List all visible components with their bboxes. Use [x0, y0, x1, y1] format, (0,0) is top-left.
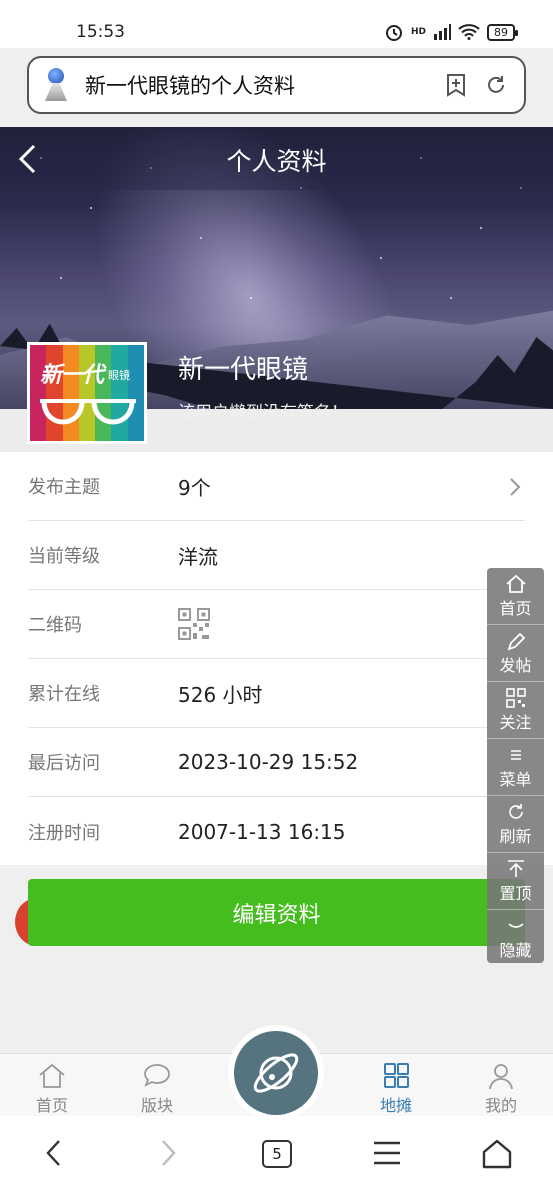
avatar-brand-subtext: 眼镜 [108, 369, 130, 382]
browser-address-bar[interactable]: 新一代眼镜的个人资料 [27, 56, 526, 114]
tab-forums[interactable]: 版块 [127, 1062, 187, 1116]
menu-icon [510, 750, 521, 760]
user-name: 新一代眼镜 [178, 355, 309, 385]
info-row-level: 当前等级 洋流 [28, 521, 525, 590]
tab-label: 首页 [35, 1096, 68, 1115]
refresh-icon[interactable] [484, 73, 508, 97]
alarm-icon [385, 25, 402, 41]
info-value: 2023-10-29 15:52 [178, 750, 359, 774]
info-value: 2007-1-13 16:15 [178, 819, 346, 844]
qr-code-icon[interactable] [178, 608, 210, 640]
float-hide-button[interactable]: 隐藏 [487, 910, 544, 966]
tab-label: 版块 [140, 1096, 173, 1115]
home-icon [39, 1063, 65, 1088]
info-row-qrcode[interactable]: 二维码 [28, 590, 525, 659]
info-row-last-visit: 最后访问 2023-10-29 15:52 [28, 728, 525, 797]
header-title: 个人资料 [226, 147, 327, 176]
refresh-icon [508, 804, 523, 819]
info-label: 累计在线 [28, 684, 100, 705]
info-value: 9个 [178, 475, 211, 500]
browser-logo-icon [43, 68, 69, 102]
user-icon [489, 1064, 513, 1090]
nav-menu-icon[interactable] [372, 1138, 402, 1168]
float-post-button[interactable]: 发帖 [487, 625, 544, 681]
home-icon [505, 574, 526, 593]
avatar-brand-text: 新一代 [40, 363, 104, 388]
signal-icon [434, 24, 451, 40]
to-top-icon [507, 860, 524, 877]
float-label: 发帖 [499, 656, 532, 675]
tab-label: 我的 [484, 1096, 517, 1115]
float-menu-button[interactable]: 菜单 [487, 739, 544, 795]
center-action-button[interactable] [228, 1025, 324, 1121]
qr-code-icon [505, 688, 526, 708]
chat-bubble-icon [144, 1064, 170, 1087]
float-label: 关注 [499, 713, 532, 732]
profile-info-list: 发布主题 9个 当前等级 洋流 二维码 累计在线 526 小时 最后访问 202… [0, 452, 553, 865]
info-row-topics[interactable]: 发布主题 9个 [28, 452, 525, 521]
edit-profile-button[interactable]: 编辑资料 [28, 879, 525, 946]
info-row-register: 注册时间 2007-1-13 16:15 [28, 797, 525, 866]
tabs-count-button[interactable]: 5 [262, 1140, 292, 1168]
float-top-button[interactable]: 置顶 [487, 853, 544, 909]
avatar[interactable]: 新一代 眼镜 [27, 342, 147, 444]
float-home-button[interactable]: 首页 [487, 568, 544, 624]
nav-back-icon[interactable] [44, 1138, 64, 1168]
info-label: 二维码 [28, 615, 82, 636]
tab-label: 地摊 [379, 1096, 412, 1115]
float-follow-button[interactable]: 关注 [487, 682, 544, 738]
page-title-text: 新一代眼镜的个人资料 [85, 74, 295, 98]
info-label: 最后访问 [28, 753, 100, 774]
floating-side-menu: 首页 发帖 关注 菜单 刷新 置顶 隐藏 [487, 568, 544, 963]
grid-icon [384, 1063, 409, 1088]
wifi-icon [458, 24, 480, 40]
battery-indicator: 89 [487, 23, 518, 41]
status-icons: HD 89 [384, 22, 518, 42]
info-value: 526 小时 [178, 682, 263, 707]
tab-mine[interactable]: 我的 [471, 1062, 531, 1116]
float-label: 首页 [499, 599, 532, 618]
float-label: 菜单 [499, 770, 532, 789]
chevron-right-icon [510, 478, 521, 496]
info-label: 发布主题 [28, 477, 100, 498]
float-refresh-button[interactable]: 刷新 [487, 796, 544, 852]
pencil-icon [507, 632, 525, 651]
tab-market[interactable]: 地摊 [366, 1062, 426, 1116]
eye-closed-icon [507, 923, 524, 928]
header-bar: 个人资料 [0, 127, 553, 190]
info-label: 当前等级 [28, 546, 100, 567]
system-nav-bar: 5 [0, 1116, 553, 1200]
info-row-online: 累计在线 526 小时 [28, 659, 525, 728]
tab-home[interactable]: 首页 [22, 1062, 82, 1116]
float-label: 置顶 [499, 884, 532, 903]
info-label: 注册时间 [28, 822, 100, 844]
glasses-icon [40, 399, 136, 425]
planet-icon [253, 1053, 299, 1093]
nav-home-icon[interactable] [481, 1138, 513, 1170]
float-label: 隐藏 [499, 941, 532, 960]
user-signature: 该用户懒到没有签名！ [178, 403, 348, 423]
status-bar: 15:53 HD 89 [0, 0, 553, 48]
status-time: 15:53 [76, 22, 125, 42]
float-label: 刷新 [499, 827, 532, 846]
info-value: 洋流 [178, 544, 218, 569]
nav-forward-icon[interactable] [158, 1138, 178, 1168]
network-type-label: HD [410, 27, 426, 37]
bookmark-add-icon[interactable] [444, 73, 468, 97]
